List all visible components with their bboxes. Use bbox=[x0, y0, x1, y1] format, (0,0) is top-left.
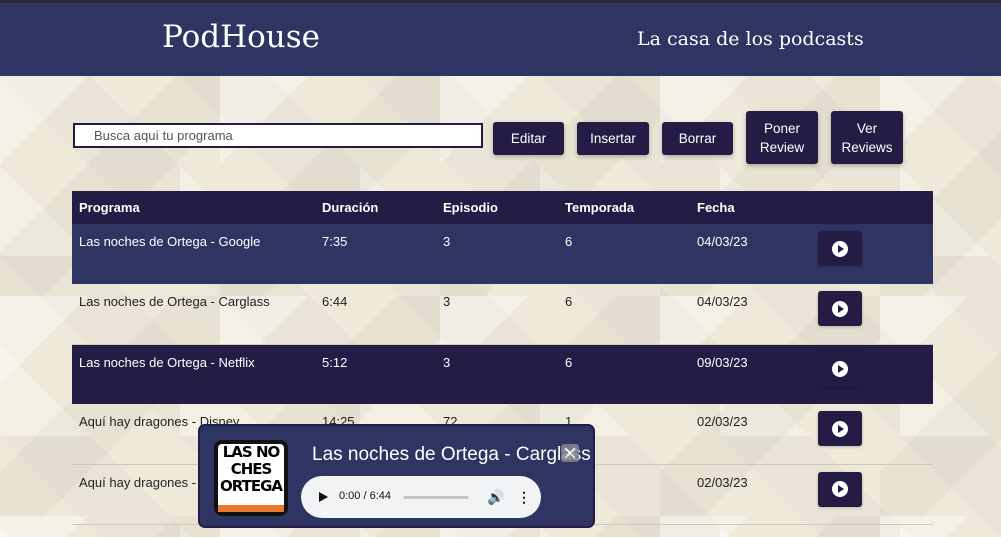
column-header-season[interactable]: Temporada bbox=[558, 191, 690, 224]
site-tagline: La casa de los podcasts bbox=[637, 28, 864, 50]
play-icon bbox=[832, 481, 848, 497]
audio-time: 0:00 / 6:44 bbox=[339, 490, 391, 502]
cell-duration: 6:44 bbox=[315, 284, 436, 345]
column-header-actions bbox=[811, 191, 933, 224]
audio-player-popup: LAS NO CHES ORTEGA Las noches de Ortega … bbox=[198, 424, 595, 528]
column-header-date[interactable]: Fecha bbox=[690, 191, 811, 224]
play-icon bbox=[832, 420, 848, 437]
add-review-button[interactable]: Poner Review bbox=[746, 111, 818, 164]
cover-artwork: LAS NO CHES ORTEGA bbox=[218, 444, 284, 512]
row-play-button[interactable] bbox=[818, 231, 862, 266]
play-icon[interactable] bbox=[319, 492, 328, 502]
audio-progress-slider[interactable] bbox=[403, 496, 469, 499]
cell-date: 09/03/23 bbox=[690, 344, 811, 404]
cover-text-line: ORTEGA bbox=[219, 477, 283, 495]
close-icon[interactable] bbox=[561, 444, 579, 462]
now-playing-title: Las noches de Ortega - Carglass bbox=[312, 444, 591, 465]
cell-actions bbox=[811, 464, 933, 525]
cover-text-line: CHES bbox=[230, 460, 273, 478]
row-play-button[interactable] bbox=[818, 411, 862, 446]
cell-season: 6 bbox=[558, 284, 690, 345]
cell-episode: 3 bbox=[436, 224, 558, 284]
volume-icon[interactable]: 🔊 bbox=[487, 489, 504, 506]
cell-actions bbox=[811, 224, 933, 284]
view-reviews-button[interactable]: Ver Reviews bbox=[831, 111, 903, 164]
cell-duration: 7:35 bbox=[315, 224, 436, 284]
cell-actions bbox=[811, 344, 933, 404]
cell-actions bbox=[811, 284, 933, 345]
cell-program: Las noches de Ortega - Google bbox=[72, 224, 315, 284]
cell-date: 04/03/23 bbox=[690, 284, 811, 345]
cell-episode: 3 bbox=[436, 344, 558, 404]
cell-season: 6 bbox=[558, 224, 690, 284]
column-header-duration[interactable]: Duración bbox=[315, 191, 436, 224]
table-header-row: Programa Duración Episodio Temporada Fec… bbox=[72, 191, 933, 224]
cell-program: Las noches de Ortega - Carglass bbox=[72, 284, 315, 345]
cell-program: Las noches de Ortega - Netflix bbox=[72, 344, 315, 404]
search-input[interactable] bbox=[73, 123, 483, 148]
cell-season: 6 bbox=[558, 344, 690, 404]
podcast-cover-image: LAS NO CHES ORTEGA bbox=[214, 440, 288, 516]
play-icon bbox=[832, 300, 848, 317]
play-icon bbox=[832, 240, 848, 257]
row-play-button[interactable] bbox=[818, 351, 862, 387]
edit-button[interactable]: Editar bbox=[493, 122, 564, 155]
cell-actions bbox=[811, 404, 933, 465]
cell-date: 02/03/23 bbox=[690, 464, 811, 525]
cell-date: 02/03/23 bbox=[690, 404, 811, 465]
more-vertical-icon[interactable]: ⋮ bbox=[517, 489, 531, 506]
column-header-program[interactable]: Programa bbox=[72, 191, 315, 224]
play-icon bbox=[832, 361, 848, 377]
table-row[interactable]: Las noches de Ortega - Carglass 6:44 3 6… bbox=[72, 284, 933, 345]
cover-text-line: LAS NO bbox=[222, 443, 281, 461]
insert-button[interactable]: Insertar bbox=[577, 122, 649, 155]
cell-duration: 5:12 bbox=[315, 344, 436, 404]
cover-accent-strip bbox=[218, 505, 284, 512]
table-row[interactable]: Las noches de Ortega - Google 7:35 3 6 0… bbox=[72, 224, 933, 284]
column-header-episode[interactable]: Episodio bbox=[436, 191, 558, 224]
table-row[interactable]: Las noches de Ortega - Netflix 5:12 3 6 … bbox=[72, 344, 933, 404]
delete-button[interactable]: Borrar bbox=[662, 122, 733, 155]
cell-episode: 3 bbox=[436, 284, 558, 345]
row-play-button[interactable] bbox=[818, 291, 862, 326]
cell-date: 04/03/23 bbox=[690, 224, 811, 284]
brand-logo-text[interactable]: PodHouse bbox=[162, 19, 320, 55]
site-header: PodHouse La casa de los podcasts bbox=[0, 3, 1001, 76]
row-play-button[interactable] bbox=[818, 471, 862, 507]
audio-controls: 0:00 / 6:44 🔊 ⋮ bbox=[301, 476, 541, 518]
